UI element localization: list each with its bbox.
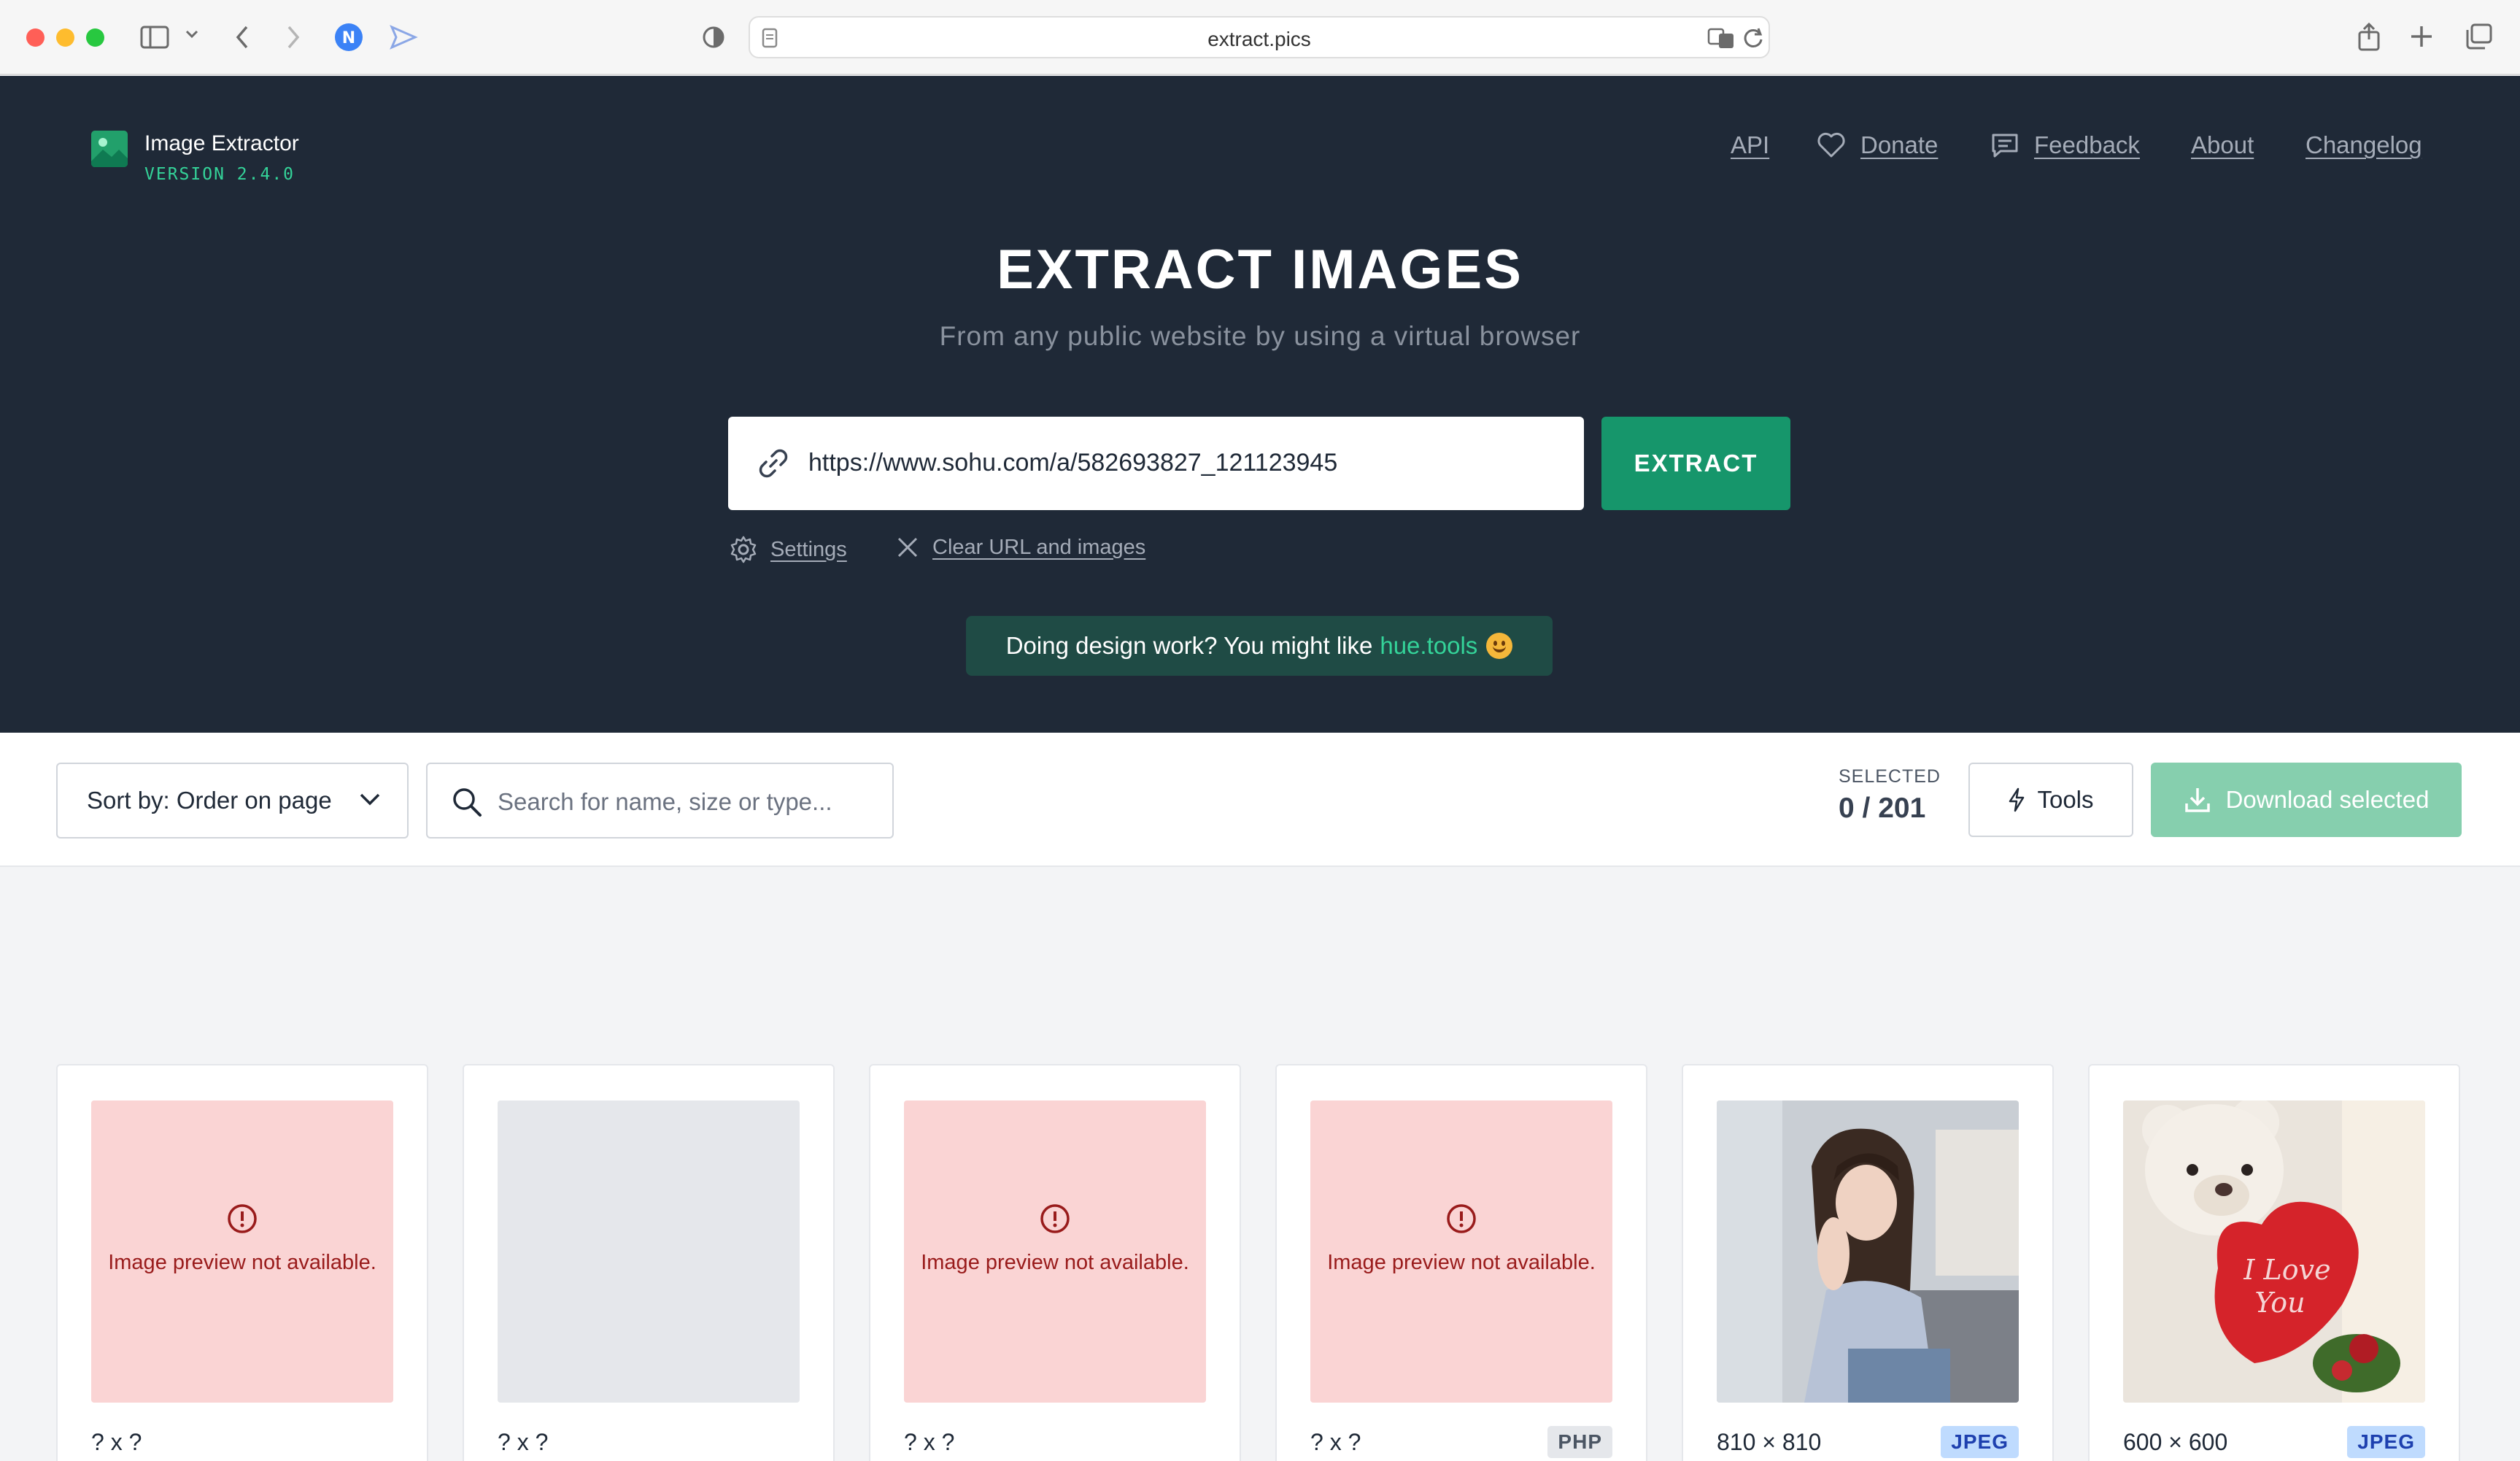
svg-text:N: N bbox=[342, 29, 355, 47]
image-dimensions: ? x ? bbox=[904, 1429, 955, 1455]
reload-icon[interactable] bbox=[1742, 26, 1764, 50]
image-dimensions: ? x ? bbox=[91, 1429, 142, 1455]
chevron-down-icon bbox=[360, 793, 380, 806]
file-type-badge: PHP bbox=[1547, 1426, 1612, 1458]
sort-select[interactable]: Sort by: Order on page bbox=[56, 763, 409, 839]
logo-icon[interactable] bbox=[91, 131, 128, 167]
tab-overview-icon[interactable] bbox=[2465, 23, 2492, 50]
image-preview-error[interactable]: Image preview not available. bbox=[91, 1100, 393, 1403]
browser-toolbar: N extract.pics bbox=[0, 0, 2520, 75]
chat-icon bbox=[1992, 134, 2018, 158]
clear-url-button[interactable]: Clear URL and images bbox=[894, 534, 1145, 560]
image-preview-photo-bear[interactable]: I Love You bbox=[2123, 1100, 2425, 1403]
close-icon bbox=[897, 537, 918, 558]
zoom-window-button[interactable] bbox=[86, 28, 104, 47]
promo-banner: Doing design work? You might like hue.to… bbox=[966, 616, 1553, 676]
hero-section: Image Extractor VERSION 2.4.0 API Donate… bbox=[0, 76, 2520, 733]
nav-changelog-link[interactable]: Changelog bbox=[2306, 131, 2422, 159]
alert-circle-icon bbox=[1447, 1204, 1476, 1233]
new-tab-icon[interactable] bbox=[2409, 24, 2434, 49]
brand-name[interactable]: Image Extractor bbox=[144, 131, 299, 156]
forward-icon[interactable] bbox=[285, 24, 302, 50]
translate-icon[interactable] bbox=[1707, 26, 1736, 50]
close-window-button[interactable] bbox=[26, 28, 45, 47]
image-card[interactable]: 810 × 810 JPEG bbox=[1682, 1064, 2054, 1461]
promo-link[interactable]: hue.tools bbox=[1380, 632, 1477, 660]
nav-changelog-label: Changelog bbox=[2306, 131, 2422, 158]
clear-url-label: Clear URL and images bbox=[932, 535, 1146, 559]
photo-teddy-bear-image: I Love You bbox=[2123, 1100, 2425, 1403]
preview-error-text: Image preview not available. bbox=[921, 1251, 1189, 1274]
download-label: Download selected bbox=[2225, 786, 2430, 813]
image-card[interactable]: Image preview not available. ? x ? bbox=[56, 1064, 428, 1461]
svg-text:You: You bbox=[2254, 1287, 2305, 1319]
file-type-badge: JPEG bbox=[1941, 1426, 2019, 1458]
image-dimensions: ? x ? bbox=[498, 1429, 549, 1455]
version-label: VERSION 2.4.0 bbox=[144, 165, 295, 184]
nav-donate-label: Donate bbox=[1860, 131, 1939, 158]
tools-button[interactable]: Tools bbox=[1968, 763, 2133, 837]
lightning-icon bbox=[2009, 787, 2025, 812]
alert-circle-icon bbox=[1040, 1204, 1070, 1233]
nav-api-label: API bbox=[1731, 131, 1770, 158]
photo-woman-image bbox=[1717, 1100, 2019, 1403]
share-icon[interactable] bbox=[2357, 22, 2381, 51]
preview-error-text: Image preview not available. bbox=[1327, 1251, 1596, 1274]
sort-label: Sort by: Order on page bbox=[87, 787, 332, 814]
page-title: EXTRACT IMAGES bbox=[997, 239, 1523, 301]
extension-send-icon[interactable] bbox=[389, 24, 418, 50]
page-subtitle: From any public website by using a virtu… bbox=[939, 321, 1581, 351]
results-toolbar: Sort by: Order on page bbox=[0, 733, 2520, 867]
promo-text: Doing design work? You might like bbox=[1005, 632, 1373, 659]
image-card[interactable]: Image preview not available. ? x ? PHP bbox=[1275, 1064, 1647, 1461]
search-icon bbox=[453, 788, 482, 817]
image-dimensions: 810 × 810 bbox=[1717, 1429, 1822, 1455]
chevron-down-icon[interactable] bbox=[185, 29, 198, 39]
svg-text:I Love: I Love bbox=[2243, 1254, 2330, 1286]
nav-feedback-link[interactable]: Feedback bbox=[1990, 131, 2140, 159]
image-card[interactable]: ? x ? bbox=[463, 1064, 835, 1461]
link-icon bbox=[759, 449, 788, 478]
extract-button[interactable]: EXTRACT bbox=[1601, 417, 1790, 510]
url-input-value: https://www.sohu.com/a/582693827_1211239… bbox=[808, 449, 1338, 477]
nav-about-label: About bbox=[2191, 131, 2254, 158]
image-preview-placeholder[interactable] bbox=[498, 1100, 800, 1403]
address-bar[interactable]: extract.pics bbox=[749, 16, 1770, 58]
preview-error-text: Image preview not available. bbox=[108, 1251, 376, 1274]
extension-n-icon[interactable]: N bbox=[334, 23, 363, 52]
selected-label: SELECTED bbox=[1839, 766, 1941, 787]
address-text: extract.pics bbox=[1207, 28, 1311, 50]
image-card[interactable]: I Love You 600 × 600 JPEG bbox=[2088, 1064, 2460, 1461]
image-card[interactable]: Image preview not available. ? x ? bbox=[869, 1064, 1241, 1461]
image-preview-photo-woman[interactable] bbox=[1717, 1100, 2019, 1403]
download-selected-button[interactable]: Download selected bbox=[2151, 763, 2462, 837]
nav-donate-link[interactable]: Donate bbox=[1817, 131, 1938, 159]
nav-api-link[interactable]: API bbox=[1731, 131, 1769, 159]
image-dimensions: ? x ? bbox=[1310, 1429, 1361, 1455]
sidebar-toggle-icon[interactable] bbox=[140, 24, 169, 50]
gear-icon bbox=[730, 536, 757, 563]
url-input[interactable]: https://www.sohu.com/a/582693827_1211239… bbox=[728, 417, 1584, 510]
search-input[interactable] bbox=[498, 786, 877, 818]
nav-feedback-label: Feedback bbox=[2034, 131, 2140, 158]
privacy-shield-icon[interactable] bbox=[702, 23, 725, 51]
heart-icon bbox=[1817, 132, 1845, 158]
minimize-window-button[interactable] bbox=[56, 28, 74, 47]
nav-about-link[interactable]: About bbox=[2191, 131, 2254, 159]
back-icon[interactable] bbox=[233, 24, 251, 50]
settings-label: Settings bbox=[770, 537, 847, 561]
settings-button[interactable]: Settings bbox=[728, 534, 847, 565]
image-preview-error[interactable]: Image preview not available. bbox=[904, 1100, 1206, 1403]
image-dimensions: 600 × 600 bbox=[2123, 1429, 2228, 1455]
smile-emoji-icon bbox=[1486, 633, 1513, 659]
alert-circle-icon bbox=[228, 1204, 257, 1233]
download-icon bbox=[2184, 788, 2210, 812]
tools-label: Tools bbox=[2037, 786, 2094, 813]
selected-count: 0 / 201 bbox=[1839, 793, 1926, 824]
search-field[interactable] bbox=[426, 763, 894, 839]
image-preview-error[interactable]: Image preview not available. bbox=[1310, 1100, 1612, 1403]
file-type-badge: JPEG bbox=[2347, 1426, 2425, 1458]
